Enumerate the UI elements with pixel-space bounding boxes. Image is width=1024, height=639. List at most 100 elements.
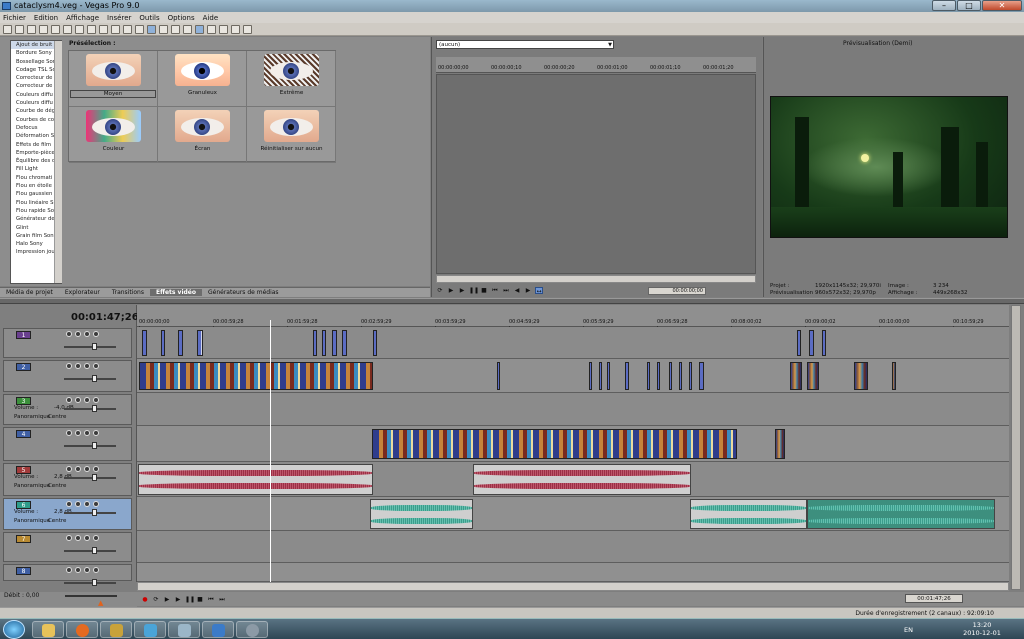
save-icon[interactable]	[27, 24, 36, 34]
video-clip[interactable]	[625, 362, 629, 390]
solo-icon[interactable]	[93, 535, 99, 541]
go-start-icon[interactable]: ⏮	[207, 596, 215, 603]
video-clip[interactable]	[313, 330, 317, 356]
play-from-start-icon[interactable]: ▶	[163, 596, 171, 603]
volume-slider[interactable]	[64, 408, 116, 410]
render-icon[interactable]	[39, 24, 48, 34]
effects-list-scrollbar[interactable]	[54, 41, 62, 283]
video-clip[interactable]	[679, 362, 682, 390]
volume-slider[interactable]	[64, 477, 116, 479]
video-clip[interactable]	[822, 330, 826, 356]
video-clip[interactable]	[322, 330, 326, 356]
level-slider[interactable]	[64, 550, 116, 552]
cut-icon[interactable]	[63, 24, 72, 34]
menu-affichage[interactable]: Affichage	[66, 14, 99, 22]
track-lane[interactable]	[137, 327, 1009, 359]
play-icon[interactable]: ▶	[447, 287, 455, 294]
loop-icon[interactable]: ⟳	[436, 287, 444, 294]
level-knob[interactable]	[92, 442, 97, 449]
motion-icon[interactable]	[75, 466, 81, 472]
volume-slider[interactable]	[64, 512, 116, 514]
auto-ripple-icon[interactable]	[195, 24, 204, 34]
copy-icon[interactable]	[75, 24, 84, 34]
tab-g-n-rateurs-de-m-dias[interactable]: Générateurs de médias	[202, 289, 285, 296]
envelope-tool-icon[interactable]	[159, 24, 168, 34]
motion-icon[interactable]	[75, 535, 81, 541]
mute-icon[interactable]	[84, 363, 90, 369]
record-icon[interactable]: ●	[141, 596, 149, 603]
menu-fichier[interactable]: Fichier	[3, 14, 26, 22]
preset-item[interactable]: Extrême	[247, 51, 336, 107]
trimmer-ruler[interactable]: 00:00:00;00 00:00:00;10 00:00:00;20 00:00:0…	[436, 57, 756, 73]
volume-knob[interactable]	[92, 509, 97, 516]
level-knob[interactable]	[92, 547, 97, 554]
audio-clip[interactable]	[138, 464, 373, 495]
trimmer-scrollbar[interactable]	[436, 275, 756, 283]
fx-icon[interactable]	[66, 331, 72, 337]
track-header[interactable]: 1	[3, 328, 132, 358]
next-frame-icon[interactable]: ▶	[524, 287, 532, 294]
track-header[interactable]: 4	[3, 427, 132, 461]
solo-icon[interactable]	[93, 397, 99, 403]
tab-transitions[interactable]: Transitions	[106, 289, 150, 296]
video-clip[interactable]	[372, 429, 737, 459]
level-knob[interactable]	[92, 579, 97, 586]
video-clip[interactable]	[589, 362, 592, 390]
level-knob[interactable]	[92, 375, 97, 382]
snap-icon[interactable]	[135, 24, 144, 34]
mute-icon[interactable]	[84, 430, 90, 436]
timeline-hscrollbar[interactable]	[137, 582, 1009, 591]
delete-icon[interactable]	[99, 24, 108, 34]
video-clip[interactable]	[797, 330, 801, 356]
preset-item[interactable]: Écran	[158, 107, 247, 163]
motion-icon[interactable]	[75, 430, 81, 436]
taskbar-explorer[interactable]	[32, 621, 64, 638]
mute-icon[interactable]	[84, 397, 90, 403]
motion-icon[interactable]	[75, 363, 81, 369]
new-icon[interactable]	[3, 24, 12, 34]
menu-outils[interactable]: Outils	[139, 14, 159, 22]
video-clip[interactable]	[497, 362, 500, 390]
pause-icon[interactable]: ❚❚	[469, 287, 479, 294]
solo-icon[interactable]	[93, 501, 99, 507]
tab-explorateur[interactable]: Explorateur	[59, 289, 106, 296]
preview-mode-label[interactable]: Prévisualisation (Demi)	[843, 40, 912, 47]
selection-tool-icon[interactable]	[171, 24, 180, 34]
volume-knob[interactable]	[92, 405, 97, 412]
track-lane[interactable]	[137, 563, 1009, 582]
prev-frame-icon[interactable]: ◀	[513, 287, 521, 294]
close-button[interactable]: ✕	[982, 0, 1022, 11]
go-end-icon[interactable]: ⏭	[502, 287, 510, 294]
solo-icon[interactable]	[93, 567, 99, 573]
video-clip[interactable]	[807, 362, 819, 390]
undo-icon[interactable]	[111, 24, 120, 34]
stop-icon[interactable]: ■	[196, 596, 204, 603]
motion-icon[interactable]	[75, 501, 81, 507]
zoom-tool-icon[interactable]	[183, 24, 192, 34]
video-clip[interactable]	[161, 330, 165, 356]
mute-icon[interactable]	[84, 567, 90, 573]
mute-icon[interactable]	[84, 331, 90, 337]
rate-slider[interactable]	[65, 595, 117, 597]
tab-effets-vid-o[interactable]: Effets vidéo	[149, 289, 202, 296]
language-indicator[interactable]: EN	[904, 626, 913, 634]
video-clip[interactable]	[599, 362, 602, 390]
video-clip[interactable]	[139, 362, 373, 390]
video-clip[interactable]	[342, 330, 347, 356]
go-start-icon[interactable]: ⏮	[491, 287, 499, 294]
video-clip[interactable]	[699, 362, 704, 390]
pause-icon[interactable]: ❚❚	[185, 596, 195, 603]
redo-icon[interactable]	[123, 24, 132, 34]
open-icon[interactable]	[15, 24, 24, 34]
video-clip[interactable]	[790, 362, 802, 390]
video-clip[interactable]	[669, 362, 672, 390]
lock-envelopes-icon[interactable]	[207, 24, 216, 34]
video-clip[interactable]	[142, 330, 147, 356]
track-header[interactable]: 6 Volume :2,8 dB Panoramique : Centre	[3, 498, 132, 530]
taskbar-app[interactable]	[168, 621, 200, 638]
maximize-button[interactable]: □	[957, 0, 981, 11]
chevron-down-icon[interactable]: ▼	[608, 41, 612, 49]
trim-mode-icon[interactable]: ↔	[535, 286, 543, 295]
preset-item[interactable]: Réinitialiser sur aucun	[247, 107, 336, 163]
fx-icon[interactable]	[66, 430, 72, 436]
